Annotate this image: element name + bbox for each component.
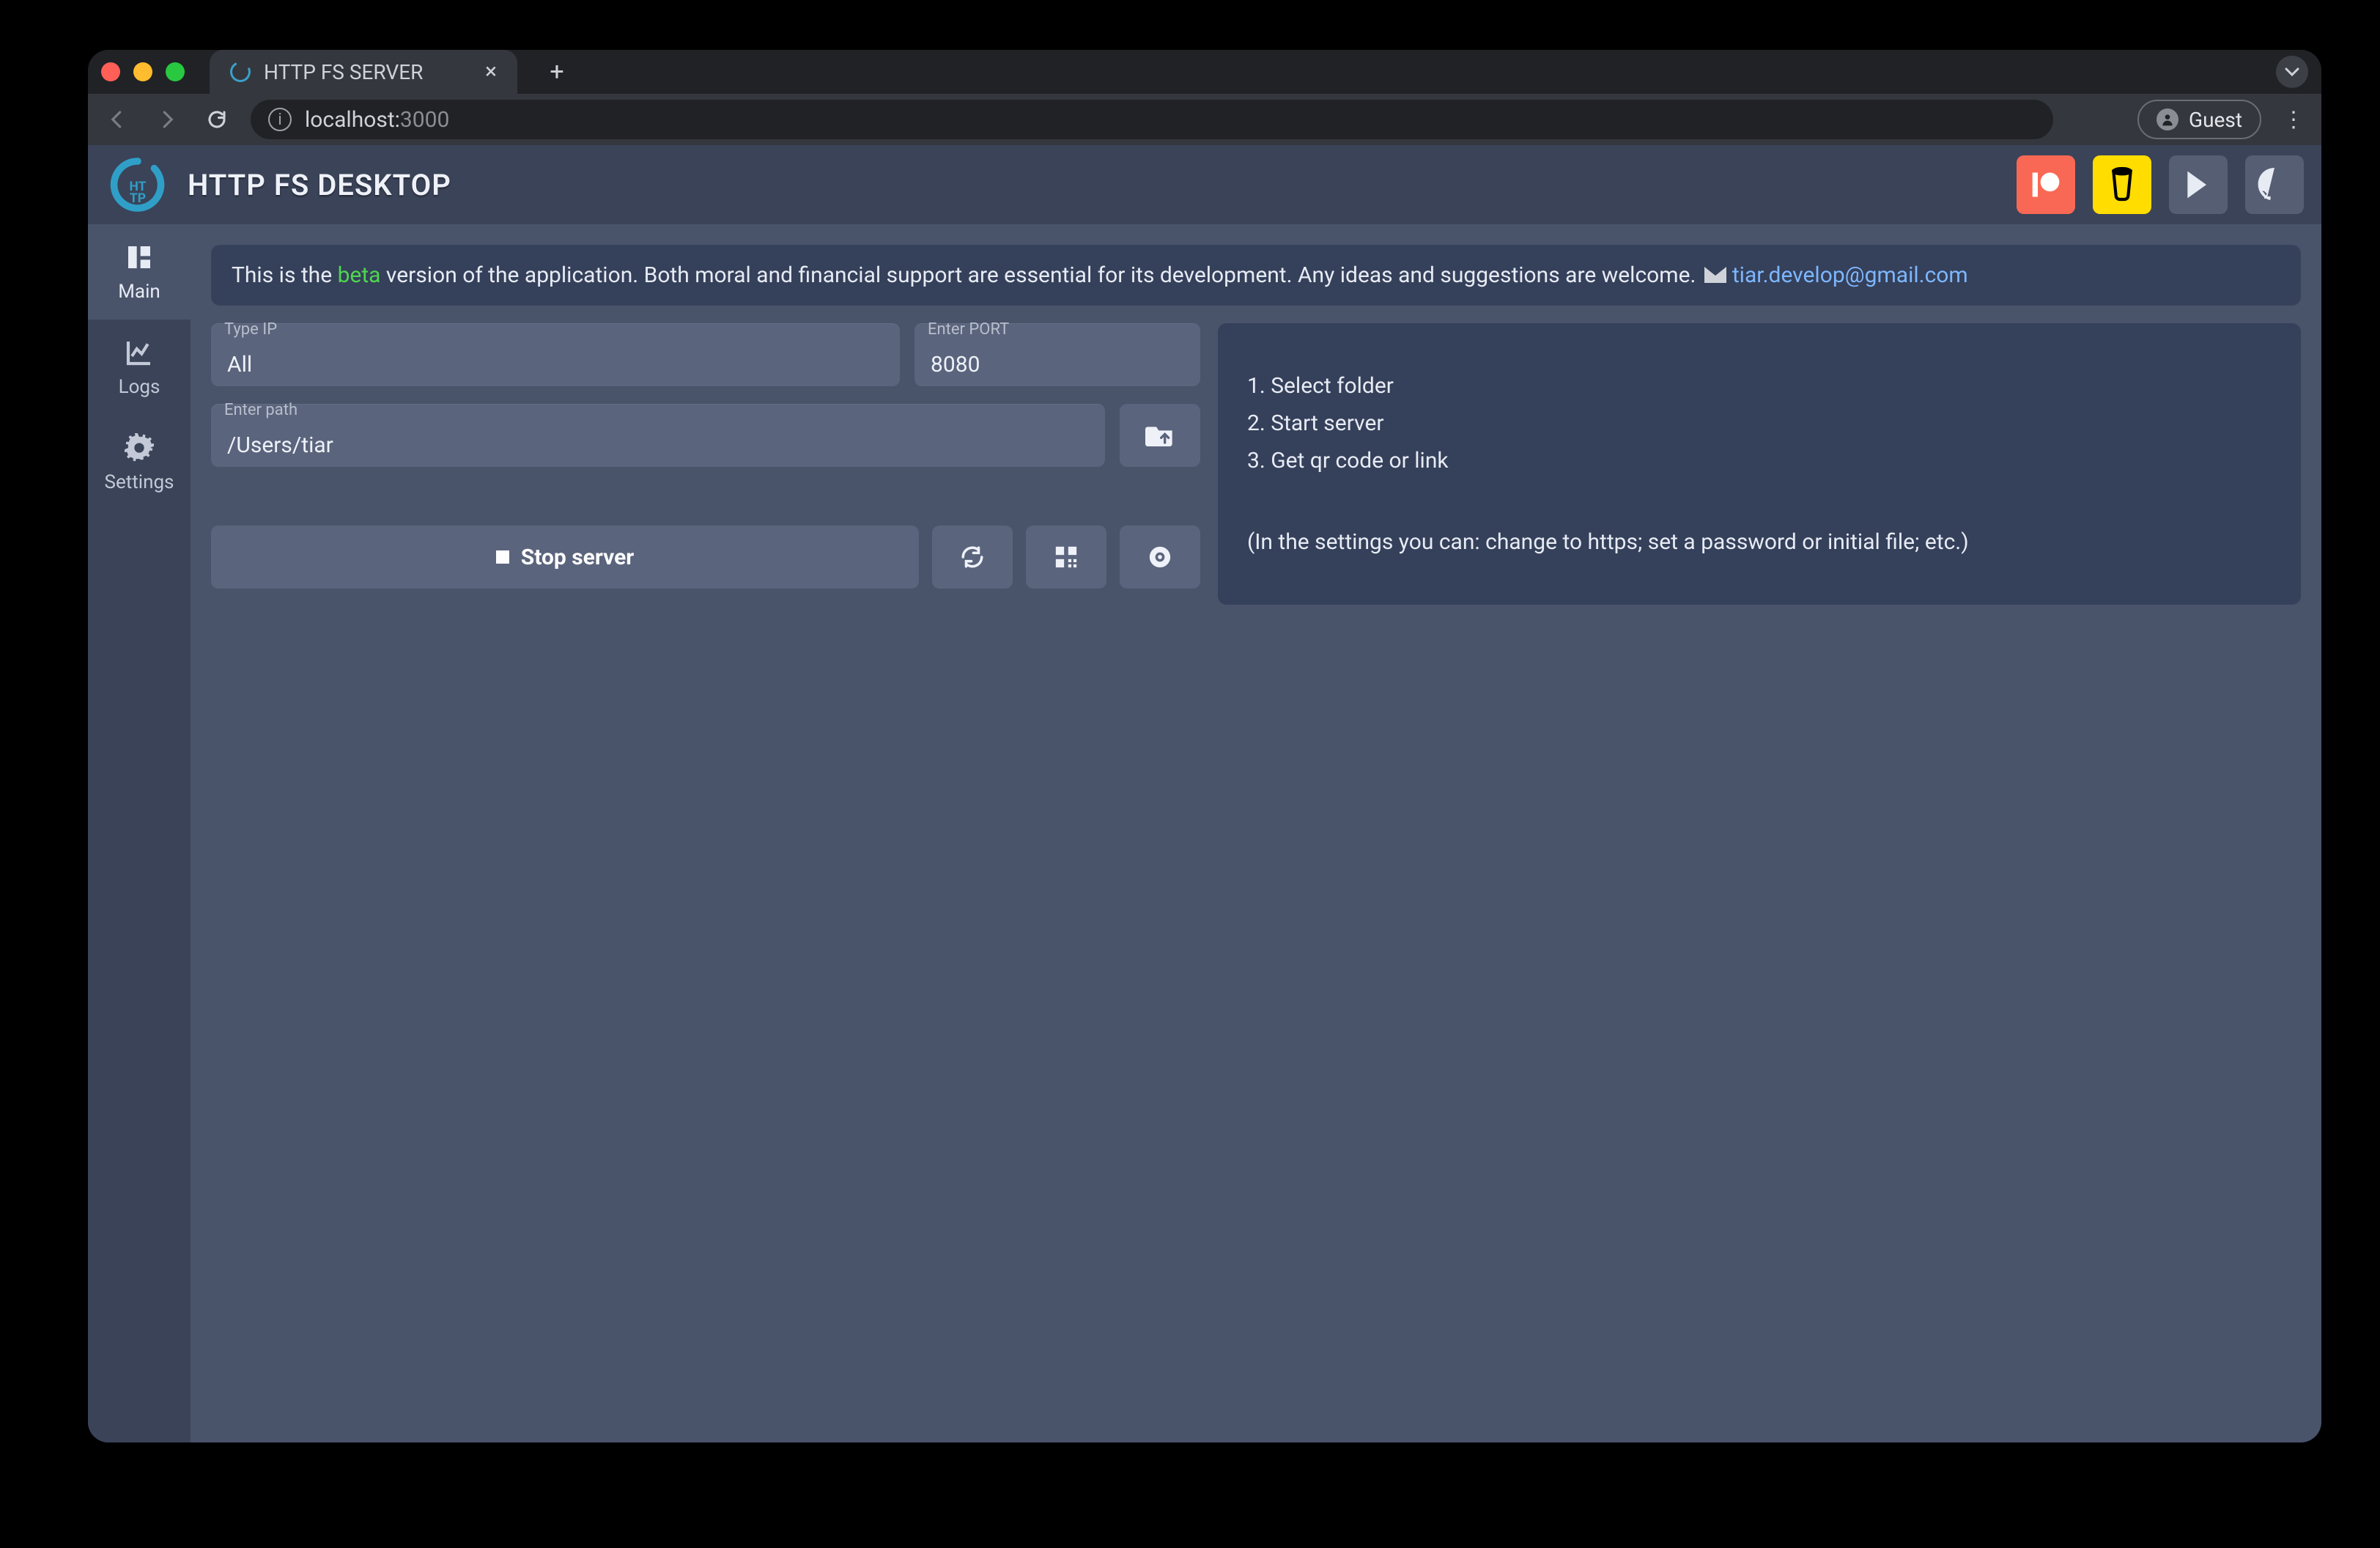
svg-text:TP: TP [130, 191, 146, 206]
path-field: Enter path [211, 404, 1105, 467]
instructions-panel: 1. Select folder 2. Start server 3. Get … [1218, 323, 2301, 605]
url-text: localhost:3000 [305, 107, 449, 133]
tab-close-icon[interactable]: × [485, 61, 497, 83]
stop-server-button[interactable]: Stop server [211, 526, 919, 589]
browser-menu-button[interactable]: ⋮ [2279, 105, 2308, 134]
ip-label: Type IP [224, 320, 277, 339]
window-controls [101, 62, 185, 81]
chart-line-icon [123, 336, 155, 369]
profile-button[interactable]: Guest [2137, 100, 2261, 139]
instruction-step: 2. Start server [1247, 405, 2272, 442]
sidebar-item-label: Main [118, 281, 160, 303]
instruction-note: (In the settings you can: change to http… [1247, 523, 2272, 561]
dashboard-icon [123, 241, 155, 273]
buymeacoffee-link[interactable] [2093, 155, 2151, 214]
beta-notice: This is the beta version of the applicat… [211, 245, 2301, 306]
profile-label: Guest [2189, 108, 2242, 132]
app-logo-icon: HT TP [106, 152, 170, 217]
titlebar: HTTP FS SERVER × + [88, 50, 2321, 94]
qr-code-button[interactable] [1026, 526, 1106, 589]
site-info-icon[interactable]: i [268, 108, 292, 131]
sidebar-item-main[interactable]: Main [88, 224, 191, 320]
sidebar-item-label: Settings [105, 471, 174, 493]
close-window-icon[interactable] [101, 62, 120, 81]
sidebar: Main Logs Settings [88, 224, 191, 1442]
app-root: HT TP HTTP FS DESKTOP [88, 145, 2321, 1442]
path-input[interactable] [211, 404, 1105, 467]
back-button[interactable] [101, 103, 133, 136]
navbar: i localhost:3000 Guest ⋮ [88, 94, 2321, 145]
refresh-button[interactable] [932, 526, 1013, 589]
main-content: This is the beta version of the applicat… [191, 224, 2321, 1442]
sidebar-item-label: Logs [119, 376, 160, 398]
address-bar[interactable]: i localhost:3000 [251, 100, 2053, 139]
mail-icon [1704, 267, 1726, 283]
maximize-window-icon[interactable] [166, 62, 185, 81]
open-in-browser-button[interactable] [1120, 526, 1200, 589]
tab-title: HTTP FS SERVER [264, 60, 423, 84]
instruction-step: 3. Get qr code or link [1247, 442, 2272, 479]
avatar-icon [2157, 108, 2178, 130]
tab-list-dropdown[interactable] [2276, 56, 2308, 88]
instruction-list: 1. Select folder 2. Start server 3. Get … [1247, 367, 2272, 479]
gear-icon [123, 432, 155, 464]
reload-button[interactable] [201, 103, 233, 136]
favicon-icon [227, 59, 254, 85]
app-header: HT TP HTTP FS DESKTOP [88, 145, 2321, 224]
instruction-step: 1. Select folder [1247, 367, 2272, 405]
github-link[interactable] [2245, 155, 2304, 214]
port-field: Enter PORT [914, 323, 1200, 386]
app-title: HTTP FS DESKTOP [188, 168, 451, 202]
forward-button[interactable] [151, 103, 183, 136]
ip-input[interactable] [211, 323, 900, 386]
minimize-window-icon[interactable] [133, 62, 152, 81]
ip-field: Type IP [211, 323, 900, 386]
contact-email-link[interactable]: tiar.develop@gmail.com [1732, 262, 1968, 288]
new-tab-button[interactable]: + [544, 59, 570, 85]
path-label: Enter path [224, 401, 298, 419]
browser-tab[interactable]: HTTP FS SERVER × [210, 50, 517, 94]
sidebar-item-logs[interactable]: Logs [88, 320, 191, 415]
sidebar-item-settings[interactable]: Settings [88, 415, 191, 510]
patreon-link[interactable] [2017, 155, 2075, 214]
port-label: Enter PORT [928, 320, 1009, 339]
browse-folder-button[interactable] [1120, 404, 1200, 467]
browser-window: HTTP FS SERVER × + i localhost:3000 Gues… [88, 50, 2321, 1442]
google-play-link[interactable] [2169, 155, 2228, 214]
stop-icon [496, 550, 509, 564]
